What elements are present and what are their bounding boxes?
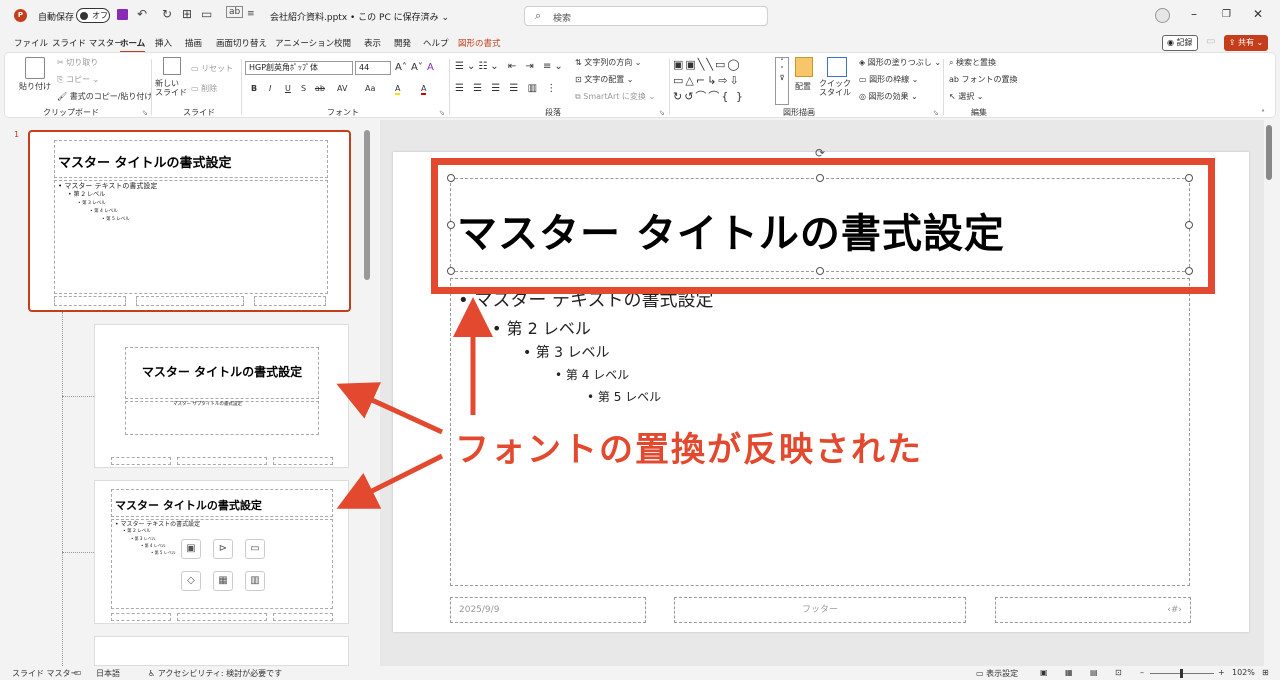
zoom-level[interactable]: 102% (1232, 668, 1255, 677)
zoom-out-icon[interactable]: – (1140, 668, 1144, 677)
accessibility-status[interactable]: ♿ アクセシビリティ: 検討が必要です (148, 668, 282, 679)
annotation-text: フォントの置換が反映された (455, 430, 923, 470)
annotation-arrows (336, 297, 493, 509)
slideshow-icon[interactable]: ⊡ (1115, 668, 1122, 677)
fit-slide-icon[interactable]: ⊞ (1262, 668, 1269, 677)
notes-icon[interactable]: ▭ (74, 668, 82, 677)
zoom-in-icon[interactable]: + (1218, 668, 1225, 677)
display-settings-label: 表示設定 (986, 669, 1019, 678)
normal-view-icon[interactable]: ▣ (1040, 668, 1048, 677)
arrow-left-bottom (336, 453, 444, 509)
reading-view-icon[interactable]: ▤ (1090, 668, 1098, 677)
view-mode: スライド マスター (12, 669, 79, 678)
zoom-slider-thumb[interactable] (1180, 669, 1183, 678)
sorter-view-icon[interactable]: ▦ (1065, 668, 1073, 677)
arrow-left-top (336, 382, 444, 435)
display-settings[interactable]: ▭ 表示設定 (976, 668, 1018, 679)
accessibility-label: アクセシビリティ: 検討が必要です (157, 669, 283, 678)
language[interactable]: 日本語 (96, 668, 120, 679)
status-bar: スライド マスター ▭ 日本語 ♿ アクセシビリティ: 検討が必要です ▭ 表示… (0, 666, 1280, 680)
